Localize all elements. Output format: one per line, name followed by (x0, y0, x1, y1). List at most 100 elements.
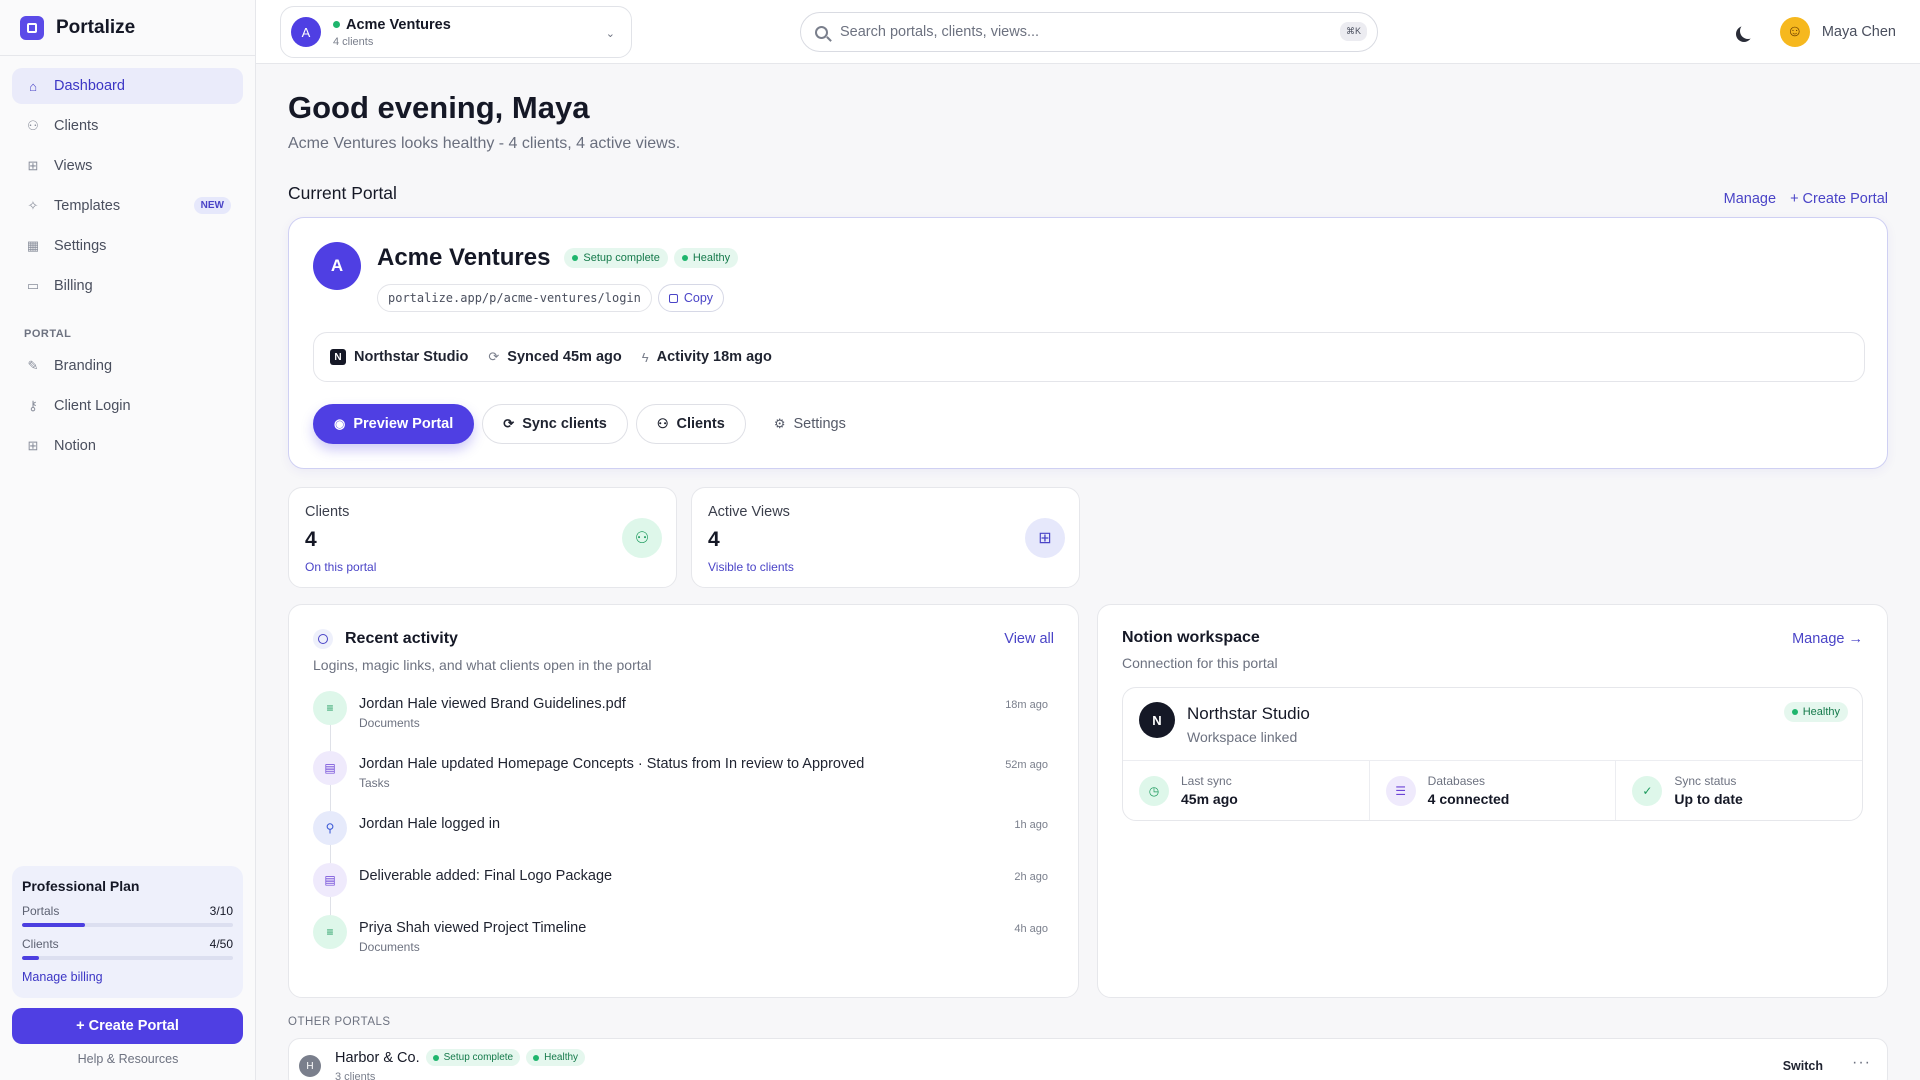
database-icon: ☰ (1385, 775, 1416, 806)
plan-clients-row: Clients 4/50 (22, 937, 233, 951)
portals-progress-fill (22, 923, 86, 927)
notion-icon: N (330, 349, 346, 365)
stat-text: Sync status Up to date (1674, 774, 1742, 807)
sidebar-item-client-login[interactable]: ⚷ Client Login (12, 388, 243, 424)
workspace-client-count: 4 clients (333, 35, 374, 48)
button-label: Settings (793, 416, 846, 432)
stat-label: Sync status (1674, 774, 1737, 788)
workspace-avatar: A (291, 17, 321, 47)
sparkle-icon: ✧ (27, 198, 39, 213)
view-all-link[interactable]: View all (1004, 631, 1054, 647)
app-name: Portalize (56, 16, 136, 38)
grid-icon: ⊞ (27, 158, 39, 173)
activity-text: Jordan Hale updated Homepage Concepts · … (359, 756, 865, 772)
search-input[interactable] (840, 24, 1310, 40)
switch-portal-button[interactable]: Switch (1783, 1059, 1823, 1073)
activity-text: Jordan Hale viewed Brand Guidelines.pdf (359, 696, 626, 712)
activity-body: Jordan Hale viewed Brand Guidelines.pdf … (359, 691, 626, 751)
document-icon: ≡ (313, 915, 347, 949)
settings-button[interactable]: ⚙ Settings (754, 404, 866, 444)
sidebar-item-branding[interactable]: ✎ Branding (12, 348, 243, 384)
activity-time: 52m ago (1005, 759, 1048, 771)
create-portal-link[interactable]: + Create Portal (1790, 191, 1888, 207)
moon-icon[interactable] (1740, 23, 1756, 39)
sync-icon: ⟳ (488, 349, 500, 364)
list-item[interactable]: ≡ Jordan Hale viewed Brand Guidelines.pd… (313, 691, 1054, 751)
plan-title: Professional Plan (22, 878, 140, 894)
badge-label: Healthy (544, 1052, 579, 1063)
sidebar-item-label: Dashboard (54, 78, 125, 94)
sidebar-item-settings[interactable]: ▦ Settings (12, 228, 243, 264)
copy-icon (668, 293, 678, 303)
list-item[interactable]: ≡ Priya Shah viewed Project Timeline Doc… (313, 915, 1054, 967)
workspace-switcher[interactable]: A Acme Ventures 4 clients ⌄ (280, 6, 632, 58)
chevron-down-icon: ⌄ (605, 28, 615, 40)
badge-label: Setup complete (583, 252, 660, 264)
portal-section-heading: PORTAL (24, 328, 72, 340)
portal-name: Harbor & Co. (335, 1049, 420, 1066)
more-options-icon[interactable]: ··· (1852, 1054, 1871, 1072)
list-item[interactable]: ▤ Jordan Hale updated Homepage Concepts … (313, 751, 1054, 811)
sidebar-item-billing[interactable]: ▭ Billing (12, 268, 243, 304)
activity-text: Deliverable added: Final Logo Package (359, 868, 613, 884)
list-item[interactable]: ▤ Deliverable added: Final Logo Package … (313, 863, 1054, 915)
stat-value: 45m ago (1181, 791, 1238, 807)
clients-button[interactable]: ⚇ Clients (635, 404, 746, 444)
list-item[interactable]: ⚲ Jordan Hale logged in 1h ago (313, 811, 1054, 863)
stat-value: 4 (708, 528, 720, 551)
copy-button[interactable]: Copy (657, 284, 725, 312)
sync-clients-button[interactable]: ⟳ Sync clients (482, 404, 628, 444)
manage-link[interactable]: Manage (1724, 191, 1776, 207)
sidebar-item-label: Views (54, 158, 93, 174)
button-label: Sync clients (522, 416, 607, 432)
setup-complete-badge: Setup complete (564, 248, 668, 268)
sidebar-item-templates[interactable]: ✧ Templates NEW (12, 188, 243, 224)
user-menu[interactable]: ☺ Maya Chen (1779, 17, 1896, 47)
clients-progress-bar (22, 956, 233, 960)
users-icon: ⚇ (622, 518, 662, 558)
notion-icon: N (1139, 702, 1175, 738)
sidebar-item-clients[interactable]: ⚇ Clients (12, 108, 243, 144)
current-portal-heading: Current Portal (288, 182, 397, 203)
stat-text: Databases 4 connected (1428, 774, 1510, 807)
stat-label: Databases (1427, 774, 1486, 788)
task-icon: ▤ (313, 751, 347, 785)
sidebar-item-dashboard[interactable]: ⌂ Dashboard (12, 68, 243, 104)
panel-title: Notion workspace (1122, 629, 1260, 646)
current-portal-links: Manage + Create Portal (1724, 191, 1888, 207)
grid-icon: ⊞ (1025, 518, 1065, 558)
users-icon: ⚇ (656, 416, 669, 431)
brand[interactable]: Portalize (0, 0, 255, 56)
plan-card: Professional Plan Portals 3/10 Clients 4… (12, 866, 243, 998)
eye-icon: ◉ (334, 416, 346, 431)
brush-icon: ✎ (27, 358, 39, 373)
sync-icon: ⟳ (503, 416, 515, 431)
clients-stat-card[interactable]: Clients 4 On this portal ⚇ (288, 487, 677, 588)
panel-title: Recent activity (345, 630, 458, 647)
notion-manage-link[interactable]: Manage → (1792, 631, 1863, 647)
panel-subtitle: Logins, magic links, and what clients op… (313, 657, 652, 673)
manage-billing-link[interactable]: Manage billing (22, 970, 233, 984)
activity-body: Jordan Hale updated Homepage Concepts · … (359, 751, 864, 811)
sidebar-create-portal-button[interactable]: + Create Portal (12, 1008, 243, 1044)
user-icon: ⚲ (313, 811, 347, 845)
other-portal-row[interactable]: H Harbor & Co. Setup complete Healthy 3 … (288, 1038, 1888, 1080)
sidebar-item-views[interactable]: ⊞ Views (12, 148, 243, 184)
notion-stats: ◷ Last sync 45m ago ☰ Databases 4 connec… (1123, 760, 1862, 820)
status-dot-icon (533, 1054, 540, 1061)
notion-workspace-panel: Notion workspace Connection for this por… (1097, 604, 1888, 998)
databases-stat: ☰ Databases 4 connected (1370, 761, 1617, 820)
clock-icon (313, 629, 333, 649)
sync-status: ⟳ Synced 45m ago (488, 349, 621, 365)
preview-portal-button[interactable]: ◉ Preview Portal (313, 404, 475, 444)
active-views-stat-card[interactable]: Active Views 4 Visible to clients ⊞ (691, 487, 1080, 588)
portal-client-count: 3 clients (335, 1071, 376, 1080)
portal-name: Acme Ventures (377, 244, 551, 271)
healthy-badge: Healthy (526, 1049, 586, 1066)
help-resources-link[interactable]: Help & Resources (0, 1052, 256, 1066)
sidebar-item-notion[interactable]: ⊞ Notion (12, 428, 243, 464)
users-icon: ⚇ (27, 118, 39, 133)
search-bar[interactable]: ⌘K (800, 12, 1378, 52)
status-text: Activity 18m ago (656, 349, 772, 365)
activity-time: 1h ago (1014, 819, 1048, 831)
